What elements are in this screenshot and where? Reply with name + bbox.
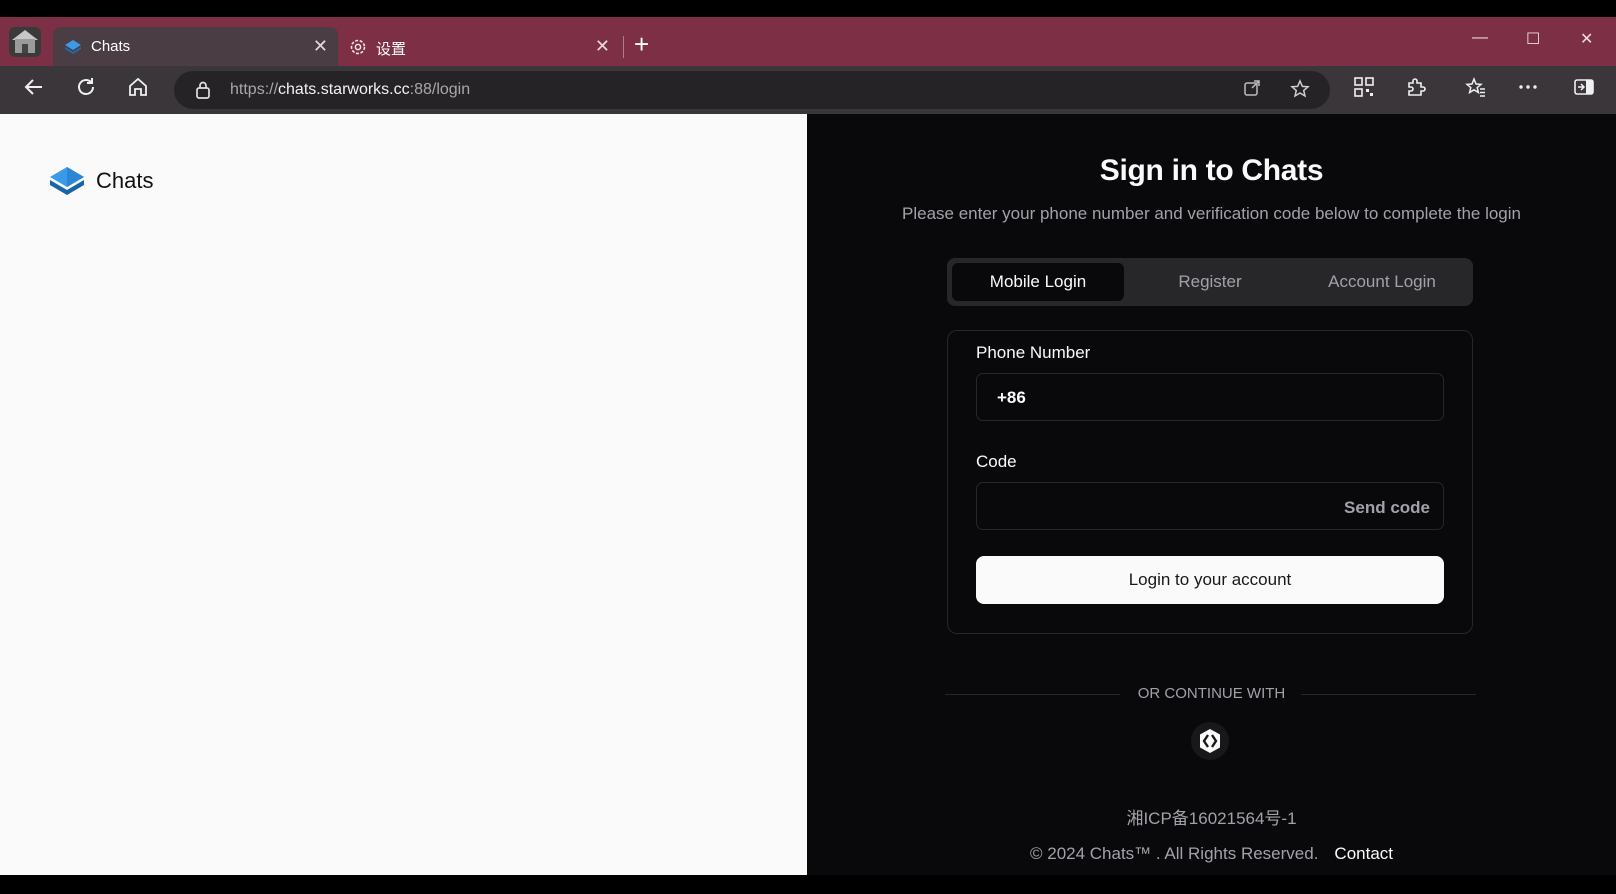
puzzle-icon bbox=[1408, 78, 1426, 96]
tab-mobile-login[interactable]: Mobile Login bbox=[952, 263, 1124, 301]
extensions-button[interactable] bbox=[1402, 76, 1430, 104]
url-text[interactable]: https://chats.starworks.cc:88/login bbox=[230, 81, 470, 99]
back-button[interactable] bbox=[20, 76, 48, 104]
brand-name: Chats bbox=[96, 168, 154, 193]
page-subtitle: Please enter your phone number and verif… bbox=[902, 204, 1521, 223]
login-panel: Sign in to Chats Please enter your phone… bbox=[807, 114, 1616, 875]
gear-icon bbox=[350, 39, 366, 55]
layers-logo-icon bbox=[50, 167, 84, 195]
contact-link[interactable]: Contact bbox=[1334, 844, 1393, 863]
tab-separator bbox=[623, 36, 624, 58]
tab-title: Chats bbox=[91, 38, 131, 55]
screen: Chats ✕ 设置 ✕ + — ☐ ✕ https://chats.starw… bbox=[0, 0, 1616, 894]
sidebar-icon bbox=[1574, 79, 1594, 95]
icp-license[interactable]: 湘ICP备16021564号-1 bbox=[807, 804, 1616, 829]
tab-close-icon[interactable]: ✕ bbox=[313, 36, 328, 57]
profile-avatar[interactable] bbox=[9, 27, 41, 57]
copyright-text: © 2024 Chats™ . All Rights Reserved. bbox=[1029, 844, 1319, 863]
home-button[interactable] bbox=[124, 76, 152, 104]
login-submit-button[interactable]: Login to your account bbox=[976, 556, 1444, 604]
tab-title: 设置 bbox=[376, 41, 407, 58]
home-icon bbox=[129, 77, 147, 96]
ellipsis-icon bbox=[1519, 85, 1537, 89]
browser-tab-chats[interactable]: Chats ✕ bbox=[53, 27, 338, 66]
oauth-login-button[interactable] bbox=[1191, 722, 1229, 760]
send-code-button[interactable]: Send code bbox=[1344, 498, 1430, 518]
divider-text: OR CONTINUE WITH bbox=[1137, 685, 1286, 702]
reload-icon bbox=[78, 78, 94, 95]
code-input[interactable]: Send code bbox=[976, 482, 1444, 530]
footer: © 2024 Chats™ . All Rights Reserved. Cont… bbox=[807, 844, 1616, 864]
lock-icon[interactable] bbox=[194, 80, 212, 100]
phone-number-input[interactable]: +86 bbox=[976, 373, 1444, 421]
page-title: Sign in to Chats bbox=[1099, 154, 1324, 187]
open-in-app-icon[interactable] bbox=[1241, 79, 1263, 101]
qr-code-button[interactable] bbox=[1350, 76, 1378, 104]
star-icon[interactable] bbox=[1289, 79, 1311, 101]
browser-toolbar: https://chats.starworks.cc:88/login bbox=[0, 66, 1616, 114]
layers-icon bbox=[65, 40, 81, 54]
reload-button[interactable] bbox=[72, 76, 100, 104]
divider-line-right bbox=[1301, 694, 1476, 695]
favorites-icon bbox=[1465, 76, 1485, 97]
login-form-card: Phone Number +86 Code Send code Login to… bbox=[947, 330, 1473, 634]
arrow-left-icon bbox=[24, 79, 42, 95]
code-label: Code bbox=[976, 452, 1017, 471]
maximize-button[interactable]: ☐ bbox=[1526, 29, 1540, 49]
address-bar[interactable]: https://chats.starworks.cc:88/login bbox=[174, 71, 1330, 109]
favorites-button[interactable] bbox=[1462, 76, 1490, 104]
new-tab-button[interactable]: + bbox=[634, 31, 649, 57]
close-window-button[interactable]: ✕ bbox=[1580, 29, 1593, 49]
brand-panel: Chats bbox=[0, 114, 807, 875]
minimize-button[interactable]: — bbox=[1472, 29, 1488, 47]
phone-prefix: +86 bbox=[997, 388, 1026, 407]
tab-register[interactable]: Register bbox=[1124, 263, 1296, 301]
tab-account-login[interactable]: Account Login bbox=[1296, 263, 1468, 301]
qr-code-icon bbox=[1354, 77, 1374, 97]
login-tabs: Mobile Login Register Account Login bbox=[947, 258, 1473, 306]
keycloak-icon bbox=[1200, 729, 1220, 753]
tab-close-icon[interactable]: ✕ bbox=[595, 36, 610, 57]
more-menu-button[interactable] bbox=[1514, 76, 1542, 104]
browser-tab-settings[interactable]: 设置 ✕ bbox=[338, 27, 620, 66]
phone-number-label: Phone Number bbox=[976, 343, 1091, 362]
browser-titlebar: Chats ✕ 设置 ✕ + — ☐ ✕ bbox=[0, 17, 1616, 66]
sidebar-toggle-button[interactable] bbox=[1570, 76, 1598, 104]
